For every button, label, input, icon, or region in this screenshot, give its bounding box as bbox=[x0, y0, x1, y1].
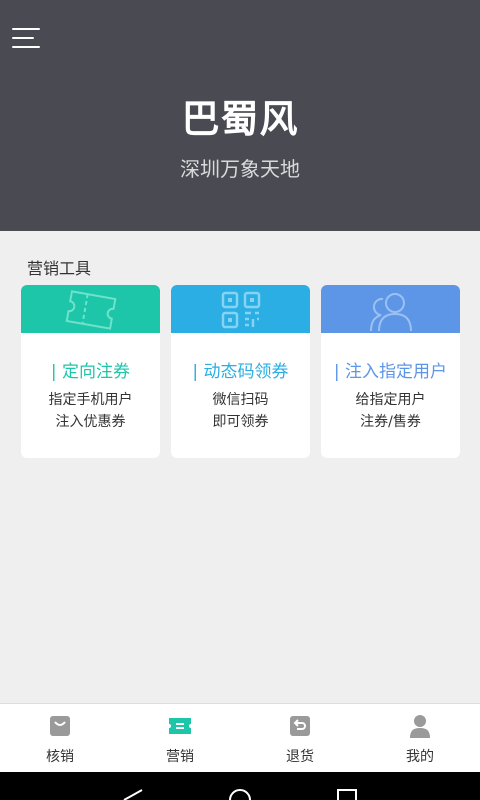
card-header bbox=[171, 285, 310, 333]
bottom-tab-bar: 核销 营销 退货 我的 bbox=[0, 703, 480, 772]
card-targeted-coupon[interactable]: | 定向注券 指定手机用户 注入优惠券 bbox=[21, 285, 160, 458]
card-inject-user[interactable]: | 注入指定用户 给指定用户 注券/售券 bbox=[321, 285, 460, 458]
tab-marketing[interactable]: 营销 bbox=[120, 704, 240, 772]
tab-label: 退货 bbox=[286, 749, 314, 765]
card-header bbox=[321, 285, 460, 333]
card-dynamic-code-coupon[interactable]: | 动态码领券 微信扫码 即可领券 bbox=[171, 285, 310, 458]
ticket-icon bbox=[169, 718, 191, 734]
section-title: 营销工具 bbox=[27, 259, 92, 278]
card-description: 微信扫码 即可领券 bbox=[171, 389, 310, 433]
system-nav-bar bbox=[0, 772, 480, 800]
card-header bbox=[21, 285, 160, 333]
users-icon bbox=[369, 293, 412, 331]
tab-verify[interactable]: 核销 bbox=[0, 704, 120, 772]
card-description: 给指定用户 注券/售券 bbox=[321, 389, 460, 433]
card-desc-line: 注券/售券 bbox=[360, 414, 421, 430]
card-title: | 动态码领券 bbox=[192, 362, 289, 382]
home-icon[interactable] bbox=[228, 788, 252, 800]
card-desc-line: 微信扫码 bbox=[212, 392, 269, 408]
card-desc-line: 注入优惠券 bbox=[55, 414, 126, 430]
tab-mine[interactable]: 我的 bbox=[360, 704, 480, 772]
card-desc-line: 指定手机用户 bbox=[48, 392, 133, 408]
card-desc-line: 即可领券 bbox=[212, 414, 269, 430]
tab-label: 营销 bbox=[166, 749, 194, 765]
back-icon[interactable] bbox=[120, 788, 144, 800]
header: 巴蜀风 深圳万象天地 bbox=[0, 0, 480, 231]
qr-code-icon bbox=[221, 291, 260, 329]
menu-icon[interactable] bbox=[12, 26, 42, 50]
ticket-icon bbox=[65, 290, 116, 330]
user-icon bbox=[410, 715, 430, 738]
store-title: 巴蜀风 bbox=[181, 97, 299, 141]
tab-label: 我的 bbox=[406, 749, 434, 765]
recents-icon[interactable] bbox=[336, 788, 358, 800]
tab-label: 核销 bbox=[46, 749, 74, 765]
card-title: | 定向注券 bbox=[50, 362, 131, 382]
card-title: | 注入指定用户 bbox=[333, 362, 448, 382]
bag-icon bbox=[50, 716, 70, 736]
return-icon bbox=[290, 716, 310, 736]
card-desc-line: 给指定用户 bbox=[355, 392, 426, 408]
card-description: 指定手机用户 注入优惠券 bbox=[21, 389, 160, 433]
store-location: 深圳万象天地 bbox=[180, 157, 300, 181]
tab-return[interactable]: 退货 bbox=[240, 704, 360, 772]
